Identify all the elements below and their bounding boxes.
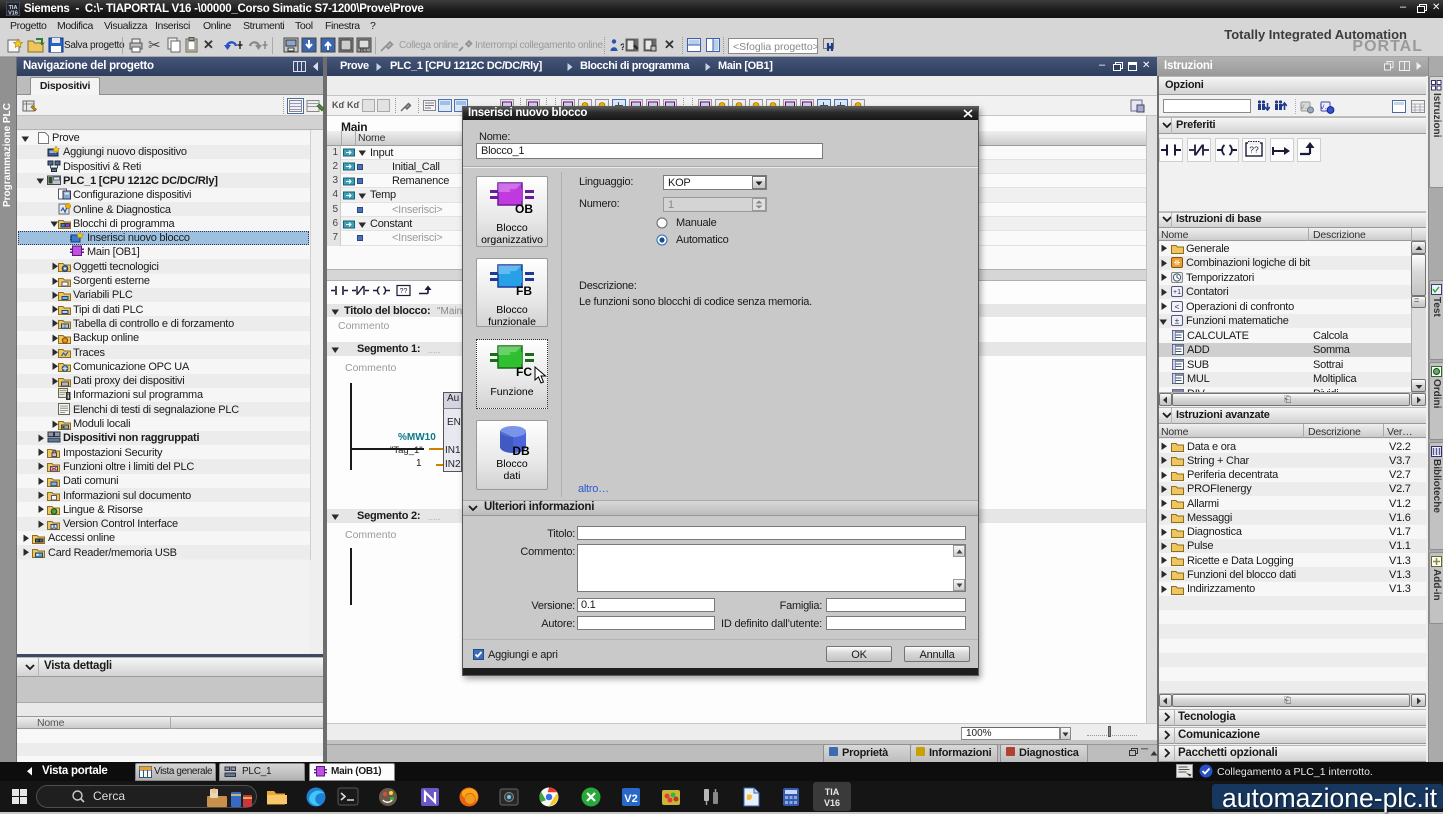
svg-text:RT: RT	[360, 48, 368, 54]
svg-text:DB: DB	[512, 444, 530, 458]
svg-text:i: i	[67, 394, 69, 401]
svg-text:OB: OB	[515, 202, 533, 215]
svg-text:FC: FC	[516, 365, 532, 378]
svg-text:V16: V16	[8, 11, 18, 17]
svg-text:±: ±	[1175, 317, 1180, 326]
svg-text:V2: V2	[624, 793, 637, 805]
svg-text:FB: FB	[516, 284, 532, 297]
svg-text:<: <	[1175, 303, 1180, 312]
svg-text:V16: V16	[824, 798, 840, 808]
svg-text:??: ??	[1249, 145, 1259, 155]
svg-text:+1: +1	[1173, 289, 1181, 296]
svg-text:TIA: TIA	[825, 787, 840, 797]
svg-text:??: ??	[400, 288, 408, 295]
svg-text:?: ?	[620, 42, 624, 52]
